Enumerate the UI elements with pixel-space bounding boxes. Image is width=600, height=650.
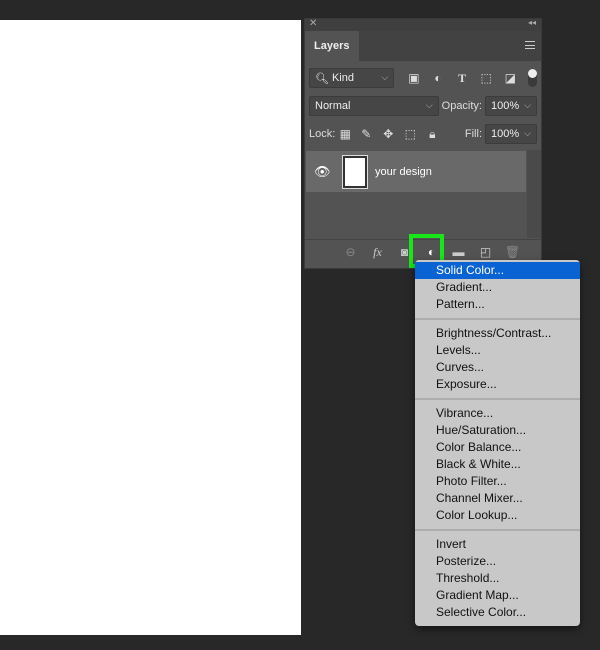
filter-label: Kind <box>331 72 354 84</box>
close-icon[interactable]: ✕ <box>309 18 317 29</box>
layer-row[interactable]: 👁︎ your design <box>306 151 526 192</box>
trash-icon[interactable]: 🗑︎ <box>499 245 526 259</box>
panel-menu-icon[interactable] <box>525 41 535 49</box>
fill-value: 100% <box>491 128 520 140</box>
image-filter-icon[interactable]: ▣ <box>402 71 426 85</box>
menu-item[interactable]: Black & White... <box>415 456 580 473</box>
menu-item[interactable]: Threshold... <box>415 570 580 587</box>
scrollbar[interactable] <box>527 150 541 238</box>
menu-item[interactable]: Brightness/Contrast... <box>415 325 580 342</box>
menu-item[interactable]: Photo Filter... <box>415 473 580 490</box>
layers-panel: ✕ ◂◂ Layers 🔍︎ Kind ⌵ ▣ ◐ T ⬚ ◪ Normal ⌵… <box>304 18 542 269</box>
type-filter-icon[interactable]: T <box>450 71 474 86</box>
blend-mode-select[interactable]: Normal ⌵ <box>309 96 439 116</box>
collapse-icon[interactable]: ◂◂ <box>528 18 536 27</box>
lock-all-icon[interactable]: 🔒︎ <box>421 127 443 142</box>
filter-kind-select[interactable]: 🔍︎ Kind ⌵ <box>309 68 395 88</box>
menu-item[interactable]: Solid Color... <box>415 262 580 279</box>
menu-item[interactable]: Channel Mixer... <box>415 490 580 507</box>
fill-field[interactable]: 100% ⌵ <box>485 124 537 144</box>
chevron-down-icon[interactable]: ⌵ <box>524 128 531 139</box>
opacity-field[interactable]: 100% ⌵ <box>485 96 537 116</box>
lock-position-icon[interactable]: ✥ <box>377 127 399 141</box>
menu-item[interactable]: Gradient Map... <box>415 587 580 604</box>
chevron-down-icon: ⌵ <box>425 100 433 110</box>
eye-icon[interactable]: 👁︎ <box>314 164 331 180</box>
menu-item[interactable]: Pattern... <box>415 296 580 313</box>
opacity-value: 100% <box>491 100 520 112</box>
lock-transparent-icon[interactable]: ▦ <box>335 127 355 141</box>
adjustment-menu: Solid Color... Gradient... Pattern... Brigh… <box>415 260 580 626</box>
menu-item[interactable]: Selective Color... <box>415 604 580 621</box>
menu-item[interactable]: Color Lookup... <box>415 507 580 524</box>
document-canvas[interactable] <box>0 20 301 635</box>
adjustment-filter-icon[interactable]: ◐ <box>426 71 450 85</box>
opacity-label: Opacity: <box>441 100 482 112</box>
search-icon: 🔍︎ <box>315 72 329 85</box>
menu-item[interactable]: Gradient... <box>415 279 580 296</box>
folder-icon[interactable]: ▬ <box>445 245 472 259</box>
menu-item[interactable]: Color Balance... <box>415 439 580 456</box>
chevron-down-icon: ⌵ <box>381 72 389 82</box>
lock-artboard-icon[interactable]: ⬚ <box>399 127 421 141</box>
fill-label: Fill: <box>464 128 482 140</box>
tab-layers[interactable]: Layers <box>305 31 359 61</box>
panel-titlebar: ✕ ◂◂ <box>305 18 541 31</box>
menu-separator <box>415 524 580 536</box>
menu-item[interactable]: Hue/Saturation... <box>415 422 580 439</box>
menu-separator <box>415 313 580 325</box>
menu-item[interactable]: Levels... <box>415 342 580 359</box>
fx-icon[interactable]: fx <box>364 245 391 260</box>
menu-separator <box>415 393 580 405</box>
layer-thumbnail <box>342 154 368 189</box>
shape-filter-icon[interactable]: ⬚ <box>474 71 498 85</box>
lock-paint-brush-icon[interactable]: ✎ <box>355 127 377 141</box>
link-layers-icon[interactable]: ⊖ <box>337 245 364 259</box>
menu-item[interactable]: Invert <box>415 536 580 553</box>
smart-object-filter-icon[interactable]: ◪ <box>498 71 522 85</box>
new-layer-icon[interactable]: ◰ <box>472 245 499 259</box>
menu-item[interactable]: Exposure... <box>415 376 580 393</box>
layer-name[interactable]: your design <box>375 166 432 178</box>
chevron-down-icon[interactable]: ⌵ <box>524 100 531 111</box>
filter-toggle[interactable] <box>528 69 538 87</box>
menu-item[interactable]: Vibrance... <box>415 405 580 422</box>
menu-item[interactable]: Posterize... <box>415 553 580 570</box>
blend-mode-value: Normal <box>315 100 351 112</box>
lock-label: Lock: <box>309 128 336 140</box>
menu-item[interactable]: Curves... <box>415 359 580 376</box>
